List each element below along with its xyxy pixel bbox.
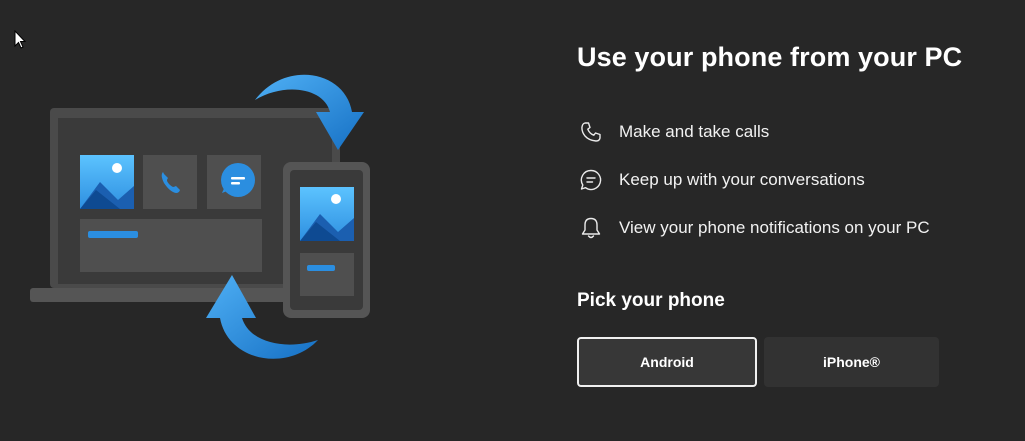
- laptop-photo-tile: [80, 155, 134, 209]
- pick-phone-heading: Pick your phone: [577, 290, 725, 311]
- feature-conversations: Keep up with your conversations: [577, 166, 865, 194]
- laptop-wide-tile: [80, 219, 262, 272]
- feature-conversations-label: Keep up with your conversations: [619, 170, 865, 189]
- chat-icon: [577, 166, 605, 194]
- android-button[interactable]: Android: [577, 337, 757, 387]
- feature-notifications-label: View your phone notifications on your PC: [619, 218, 930, 237]
- phone: [283, 162, 370, 318]
- phone-text-tile: [300, 253, 354, 296]
- feature-calls: Make and take calls: [577, 118, 769, 146]
- iphone-button[interactable]: iPhone®: [764, 337, 939, 387]
- phone-pc-illustration: [30, 74, 370, 359]
- feature-notifications: View your phone notifications on your PC: [577, 214, 930, 242]
- laptop-message-tile: [207, 155, 261, 209]
- laptop-phone-tile: [143, 155, 197, 209]
- page-title: Use your phone from your PC: [577, 42, 963, 72]
- phone-photo-tile: [300, 187, 354, 241]
- phone-icon: [577, 118, 605, 146]
- bell-icon: [577, 214, 605, 242]
- feature-calls-label: Make and take calls: [619, 122, 770, 141]
